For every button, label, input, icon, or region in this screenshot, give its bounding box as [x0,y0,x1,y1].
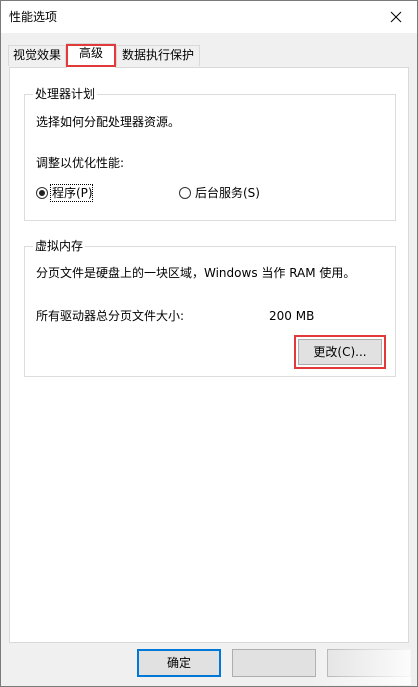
tab-strip: 视觉效果 高级 数据执行保护 [1,33,417,68]
tab-visual-effects[interactable]: 视觉效果 [8,45,66,66]
window-title: 性能选项 [9,10,58,24]
programs-radio[interactable] [36,187,48,199]
close-icon [390,11,402,23]
title-bar: 性能选项 [1,1,417,33]
tab-advanced[interactable]: 高级 [66,43,116,68]
ok-button-label: 确定 [166,656,191,670]
virtual-memory-title: 虚拟内存 [33,239,86,253]
programs-radio-label[interactable]: 程序(P) [52,186,93,200]
virtual-memory-description: 分页文件是硬盘上的一块区域，Windows 当作 RAM 使用。 [36,266,356,280]
virtual-memory-group: 虚拟内存 分页文件是硬盘上的一块区域，Windows 当作 RAM 使用。 所有… [24,239,396,377]
radio-selected-dot [39,190,45,196]
apply-button[interactable] [327,649,411,677]
tab-label: 视觉效果 [12,48,61,62]
background-services-radio-label[interactable]: 后台服务(S) [195,186,260,200]
adjust-performance-label: 调整以优化性能: [36,156,125,170]
processor-scheduling-group: 处理器计划 选择如何分配处理器资源。 调整以优化性能: 程序(P) 后台服务(S… [24,87,396,221]
tab-label: 数据执行保护 [121,48,194,62]
change-button[interactable]: 更改(C)... [298,339,382,365]
total-paging-file-label: 所有驱动器总分页文件大小: [36,309,185,323]
close-button[interactable] [383,5,409,29]
ok-button[interactable]: 确定 [137,649,221,677]
processor-scheduling-title: 处理器计划 [33,87,98,101]
advanced-tab-panel: 处理器计划 选择如何分配处理器资源。 调整以优化性能: 程序(P) 后台服务(S… [9,67,409,643]
tab-data-execution-prevention[interactable]: 数据执行保护 [116,45,200,66]
cancel-button[interactable] [232,649,316,677]
background-services-radio[interactable] [179,187,191,199]
performance-options-window: 性能选项 视觉效果 高级 数据执行保护 处理器计划 选择如何分配处理器资源。 调… [0,0,418,687]
tab-label: 高级 [78,46,103,60]
processor-description: 选择如何分配处理器资源。 [36,115,181,129]
total-paging-file-value: 200 MB [269,309,315,323]
change-button-label: 更改(C)... [313,345,367,359]
